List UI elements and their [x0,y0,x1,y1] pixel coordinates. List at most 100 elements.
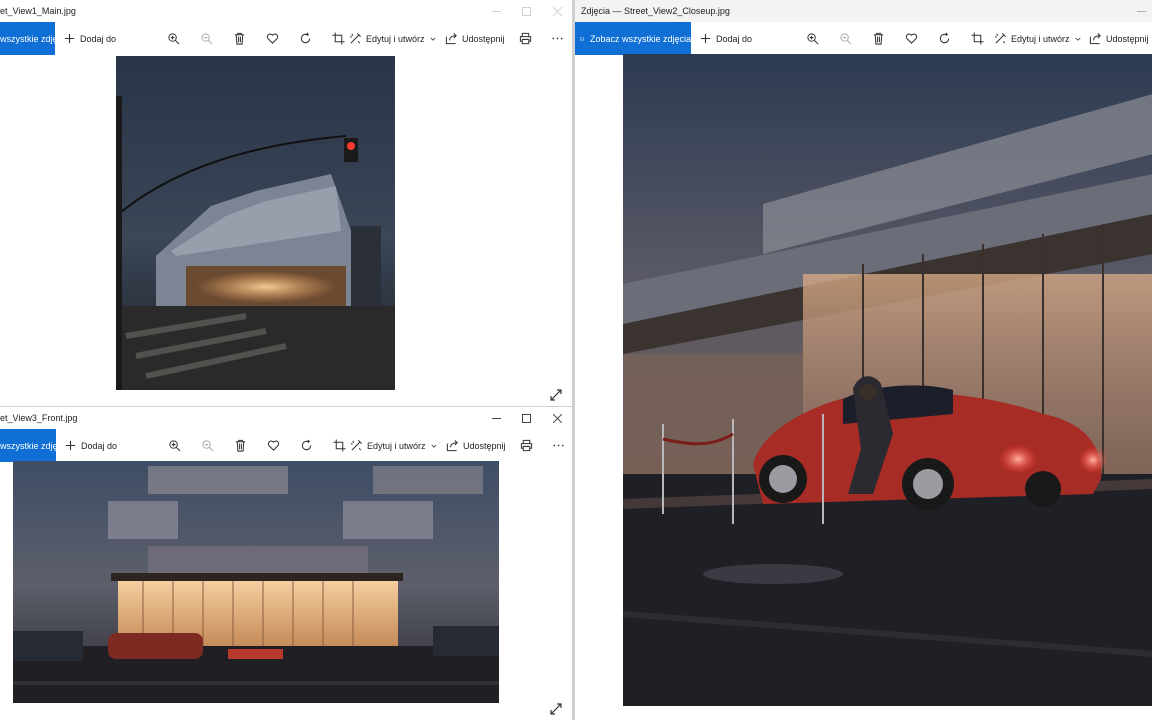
print-icon [519,32,532,45]
crop-icon [332,32,345,45]
add-to-button[interactable]: Dodaj do [64,429,117,462]
fullscreen-button[interactable] [549,702,563,716]
edit-create-button[interactable]: Edytuj i utwórz [349,22,437,55]
plus-icon [700,33,711,44]
heart-icon [266,33,279,44]
fullscreen-button[interactable] [549,388,563,402]
delete-button[interactable] [233,22,246,55]
zoom-out-button[interactable] [201,429,214,462]
minimize-icon [491,10,501,12]
share-button[interactable]: Udostępnij [1089,22,1149,55]
magic-edit-icon [994,33,1006,44]
add-to-button[interactable]: Dodaj do [63,22,116,55]
maximize-button[interactable] [510,407,542,429]
heart-icon [267,440,280,451]
favorite-button[interactable] [267,429,280,462]
see-all-photos-button[interactable]: wszystkie zdjęcia [0,429,69,462]
see-all-label: wszystkie zdjęcia [0,33,70,44]
zoom-in-button[interactable] [167,22,180,55]
maximize-icon [521,413,531,423]
maximize-icon [521,6,531,16]
see-all-label: wszystkie zdjęcia [0,440,70,451]
more-icon [553,444,564,447]
chevron-down-icon [429,37,436,41]
close-button[interactable] [541,0,572,22]
street-view-closeup-photo [623,54,1152,706]
trash-icon [235,439,246,452]
add-to-label: Dodaj do [80,33,117,44]
share-button[interactable]: Udostępnij [445,22,505,55]
photo-view[interactable] [116,56,395,390]
see-all-photos-button[interactable]: Zobacz wszystkie zdjęcia [575,22,691,55]
plus-icon [65,440,76,451]
title-bar[interactable]: Zdjęcia — Street_View2_Closeup.jpg [575,0,1152,22]
zoom-in-button[interactable] [806,22,819,55]
zoom-out-button[interactable] [839,22,852,55]
rotate-button[interactable] [938,22,951,55]
print-icon [520,439,533,452]
add-to-label: Dodaj do [81,440,118,451]
minimize-button[interactable] [480,0,512,22]
share-label: Udostępnij [462,33,505,44]
minimize-button[interactable] [1125,0,1152,22]
zoom-out-button[interactable] [200,22,213,55]
share-icon [446,440,458,452]
favorite-button[interactable] [266,22,279,55]
title-bar[interactable]: et_View3_Front.jpg [0,407,572,429]
rotate-button[interactable] [299,22,312,55]
minimize-button[interactable] [480,407,512,429]
street-view-main-photo [116,56,395,390]
magic-edit-icon [350,440,362,451]
share-button[interactable]: Udostępnij [446,429,506,462]
edit-create-button[interactable]: Edytuj i utwórz [994,22,1082,55]
zoom-in-icon [807,33,819,45]
crop-icon [333,439,346,452]
print-button[interactable] [519,22,532,55]
zoom-out-icon [201,33,213,45]
zoom-in-icon [168,33,180,45]
maximize-button[interactable] [510,0,542,22]
add-to-button[interactable]: Dodaj do [699,22,752,55]
trash-icon [873,32,884,45]
minimize-icon [1136,10,1146,12]
minimize-icon [491,417,501,419]
rotate-icon [939,32,950,44]
expand-icon [550,389,562,401]
crop-button[interactable] [332,22,345,55]
crop-button[interactable] [333,429,346,462]
print-button[interactable] [520,429,533,462]
photos-window-closeup: Zdjęcia — Street_View2_Closeup.jpg Zobac… [574,0,1152,720]
rotate-button[interactable] [300,429,313,462]
delete-button[interactable] [872,22,885,55]
rotate-icon [301,439,312,451]
see-all-label: Zobacz wszystkie zdjęcia [589,33,691,44]
window-title: Zdjęcia — Street_View2_Closeup.jpg [581,6,730,16]
see-all-photos-button[interactable]: wszystkie zdjęcia [0,22,69,55]
zoom-in-button[interactable] [168,429,181,462]
more-options-button[interactable] [551,22,564,55]
street-view-front-photo [13,461,499,703]
favorite-button[interactable] [905,22,918,55]
title-bar[interactable]: et_View1_Main.jpg [0,0,572,22]
gallery-icon [580,36,584,41]
photo-view[interactable] [623,54,1152,706]
crop-button[interactable] [971,22,984,55]
magic-edit-icon [349,33,361,44]
toolbar: Zobacz wszystkie zdjęcia Dodaj do Edytuj… [575,22,1152,55]
expand-icon [550,703,562,715]
zoom-out-icon [202,440,214,452]
close-button[interactable] [541,407,572,429]
edit-create-button[interactable]: Edytuj i utwórz [350,429,438,462]
more-options-button[interactable] [552,429,565,462]
chevron-down-icon [430,444,437,448]
share-icon [445,33,457,45]
delete-button[interactable] [234,429,247,462]
chevron-down-icon [1074,37,1081,41]
photo-view[interactable] [13,461,499,703]
share-label: Udostępnij [463,440,506,451]
close-icon [552,413,562,423]
zoom-out-icon [840,33,852,45]
close-icon [552,6,562,16]
add-to-label: Dodaj do [716,33,753,44]
window-title: et_View1_Main.jpg [0,6,76,16]
